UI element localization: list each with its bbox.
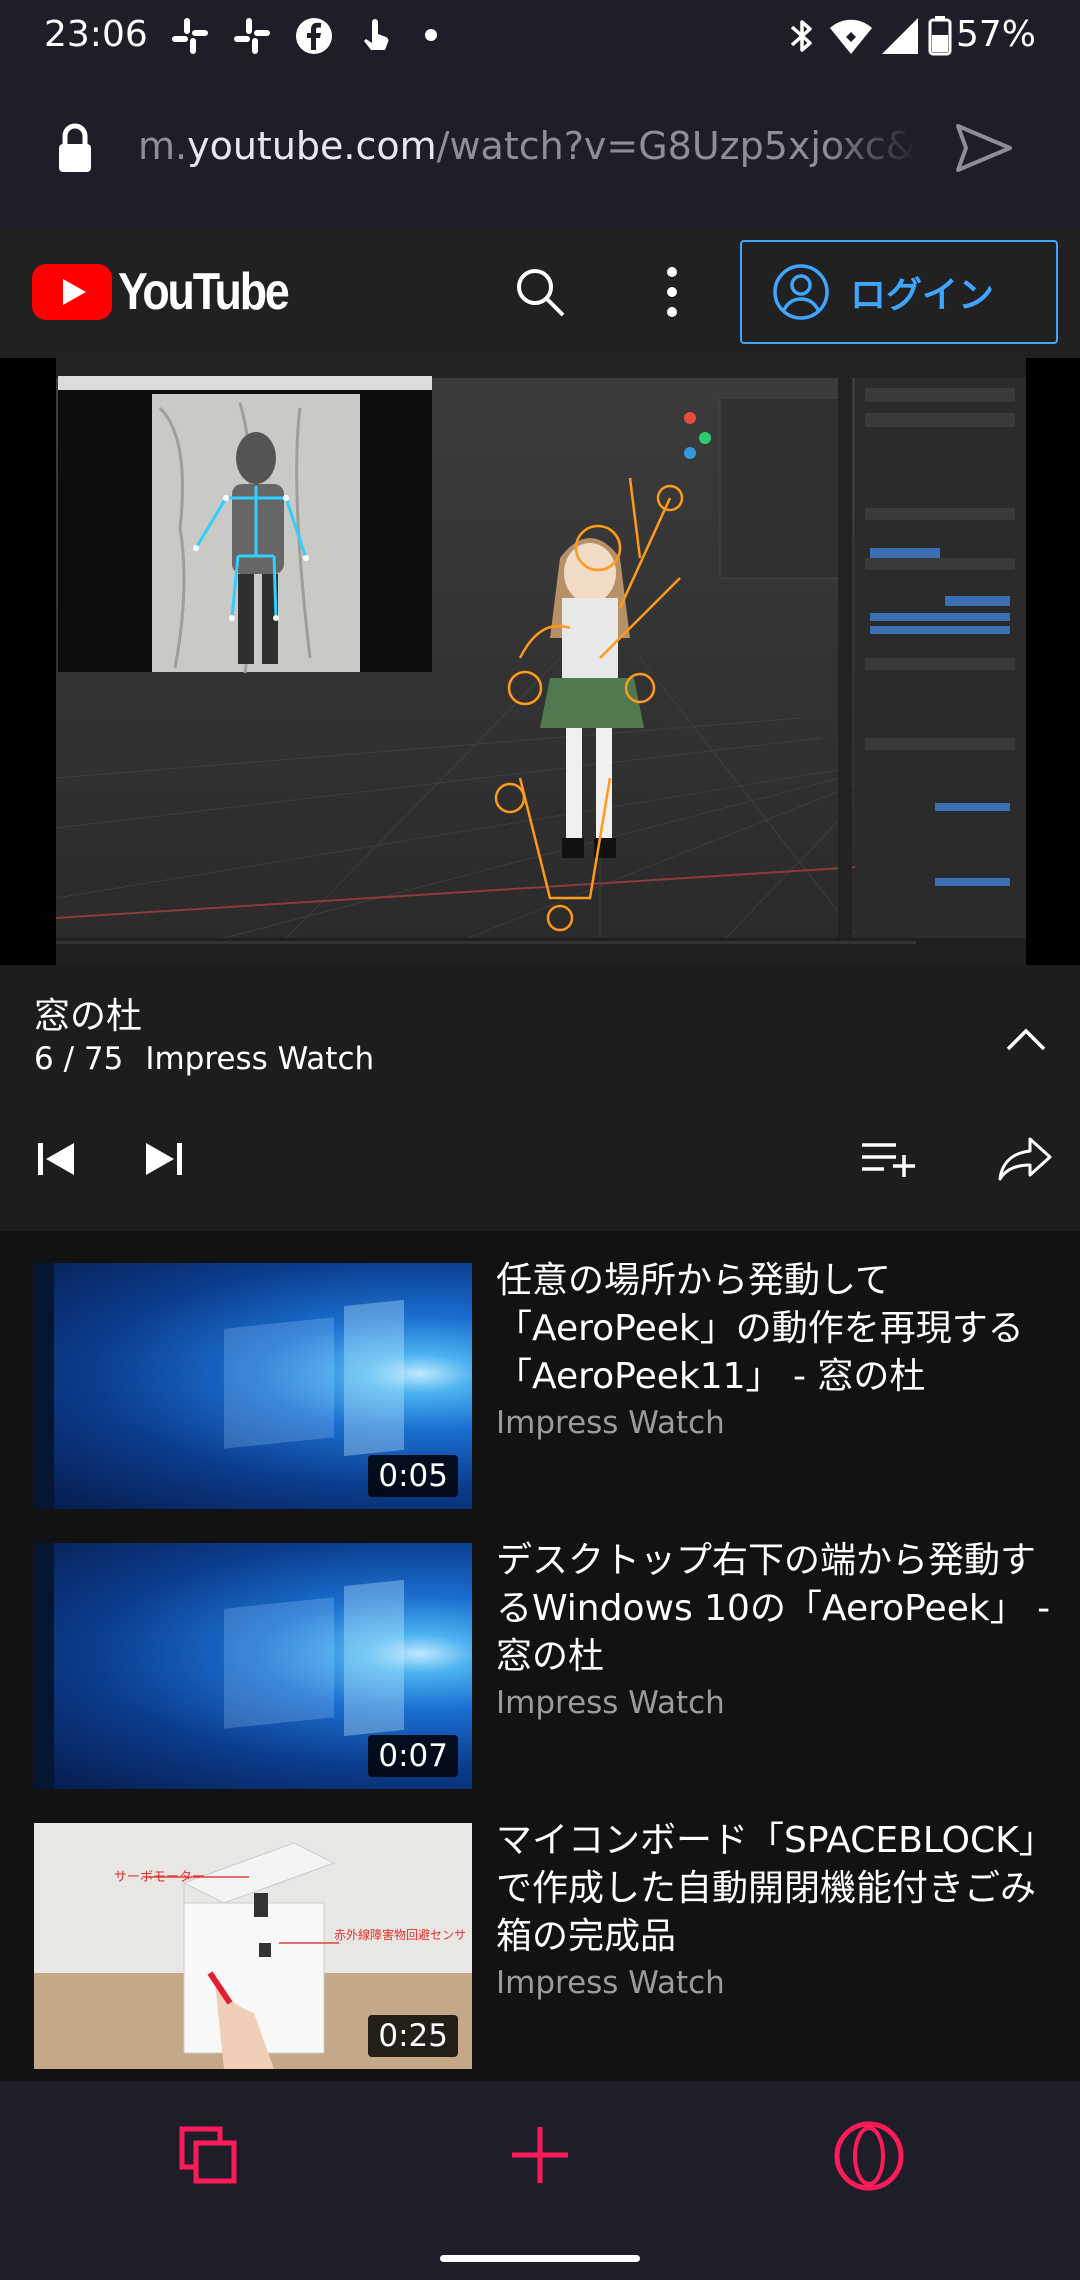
signal-icon [882,18,918,54]
home-indicator[interactable] [440,2255,640,2262]
url-path: /watch?v=G8Uzp5xjoxc& [436,124,916,168]
add-to-queue-icon[interactable] [860,1139,918,1179]
send-icon[interactable] [952,120,1016,176]
url-text[interactable]: m.youtube.com/watch?v=G8Uzp5xjoxc& [138,124,918,184]
chevron-up-icon[interactable] [1004,1025,1048,1055]
status-bar: 23:06 57% [0,0,1080,72]
video-player[interactable] [0,358,1080,966]
url-host: youtube.com [187,124,437,168]
battery-icon [928,16,952,56]
sensor-label: 赤外線障害物回避センサ [334,1927,466,1942]
battery-percent: 57% [955,14,1036,55]
account-icon [773,264,829,320]
search-icon[interactable] [512,264,568,320]
playlist-items: 0:05 任意の場所から発動して「AeroPeek」の動作を再現する「AeroP… [0,1231,1080,2081]
tabs-icon[interactable] [178,2125,238,2185]
slack-icon [234,18,270,54]
video-duration: 0:25 [368,2015,458,2057]
youtube-logo-icon [32,264,112,320]
video-title[interactable]: デスクトップ右下の端から発動するWindows 10の「AeroPeek」 - … [496,1537,1056,1681]
youtube-header: YouTube ログイン [0,226,1080,358]
login-button[interactable]: ログイン [740,240,1058,344]
opera-icon[interactable] [834,2121,904,2191]
playlist-channel[interactable]: Impress Watch [145,1041,374,1077]
touch-icon [364,19,389,50]
video-channel: Impress Watch [496,1685,725,1721]
playlist-position: 6 / 75 [34,1041,124,1077]
youtube-logo[interactable]: YouTube [32,264,292,320]
video-channel: Impress Watch [496,1965,725,2001]
lock-icon[interactable] [56,122,94,174]
playlist-item[interactable]: サーボモーター 赤外線障害物回避センサ 0:25 マイコンボード「SPACEBL… [0,1820,1080,2073]
dot-icon [425,29,437,41]
plus-icon[interactable] [510,2125,570,2185]
video-channel: Impress Watch [496,1405,725,1441]
video-thumbnail[interactable]: 0:07 [34,1543,472,1789]
youtube-logo-text: YouTube [118,263,290,321]
browser-bottom-nav [0,2081,1080,2235]
skip-next-icon[interactable] [142,1137,186,1181]
login-label: ログイン [850,275,995,316]
video-frame [0,358,1080,966]
url-prefix: m. [138,124,188,168]
facebook-icon [296,18,332,54]
video-duration: 0:07 [368,1735,458,1777]
playlist-item[interactable]: 0:05 任意の場所から発動して「AeroPeek」の動作を再現する「AeroP… [0,1260,1080,1513]
playlist-title[interactable]: 窓の杜 [34,987,142,1039]
video-title[interactable]: 任意の場所から発動して「AeroPeek」の動作を再現する「AeroPeek11… [496,1257,1056,1401]
wifi-icon [830,19,872,54]
video-thumbnail[interactable]: サーボモーター 赤外線障害物回避センサ 0:25 [34,1823,472,2069]
skip-previous-icon[interactable] [34,1137,78,1181]
status-time: 23:06 [44,14,148,55]
more-vert-icon[interactable] [658,264,686,320]
share-icon[interactable] [996,1135,1054,1183]
servo-label: サーボモーター [114,1870,205,1885]
video-duration: 0:05 [368,1455,458,1497]
gesture-bar [0,2235,1080,2280]
playlist-panel: 窓の杜 6 / 75 Impress Watch [0,965,1080,1231]
video-thumbnail[interactable]: 0:05 [34,1263,472,1509]
video-title[interactable]: マイコンボード「SPACEBLOCK」で作成した自動開閉機能付きごみ箱の完成品 [496,1817,1056,1961]
browser-address-bar: m.youtube.com/watch?v=G8Uzp5xjoxc& [0,72,1080,226]
slack-icon [172,18,208,54]
playlist-meta: 6 / 75 Impress Watch [34,1041,396,1077]
bluetooth-icon [790,20,812,52]
playlist-item[interactable]: 0:07 デスクトップ右下の端から発動するWindows 10の「AeroPee… [0,1540,1080,1793]
